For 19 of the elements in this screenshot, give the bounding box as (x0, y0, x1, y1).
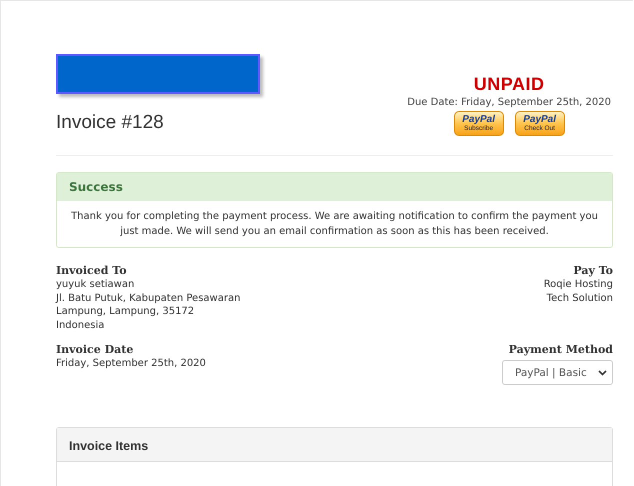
address-line: Indonesia (56, 318, 104, 332)
panel-title: Invoice Items (69, 439, 148, 453)
chevron-down-icon (598, 370, 607, 376)
alert-message: Thank you for completing the payment process. We are awaiting notification to confirm the payment you just made. We will send you an email confirmation as soon as this has been received. (70, 210, 599, 239)
alert-title: Success (57, 173, 612, 201)
address-line: Lampung, Lampung, 35172 (56, 305, 194, 318)
pay-to-heading: Pay To (573, 264, 613, 277)
invoiced-to-heading: Invoiced To (56, 264, 127, 277)
address-line: Roqie Hosting (544, 278, 613, 292)
invoice-date-heading: Invoice Date (56, 343, 134, 356)
invoice-title: Invoice #128 (56, 112, 165, 134)
due-date: Due Date: Friday, September 25th, 2020 (407, 97, 611, 108)
address-line: Jl. Batu Putuk, Kabupaten Pesawaran (56, 292, 240, 305)
payment-method-select[interactable]: PayPal | Basic (502, 360, 613, 385)
address-line: Tech Solution (546, 292, 613, 305)
address-line: yuyuk setiawan (56, 278, 134, 292)
payment-method-heading: Payment Method (508, 343, 613, 356)
invoice-status: UNPAID (474, 74, 544, 95)
invoice-date: Friday, September 25th, 2020 (56, 357, 206, 370)
